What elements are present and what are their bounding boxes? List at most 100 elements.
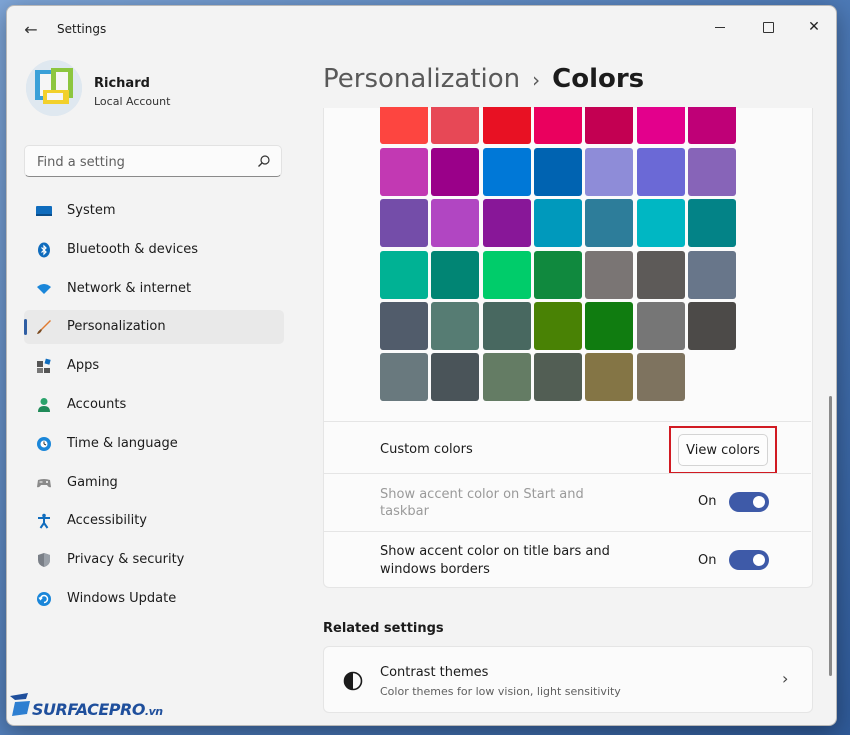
accent-color-swatch[interactable]	[585, 148, 634, 196]
accent-color-swatch[interactable]	[380, 107, 428, 144]
watermark-brand: SURFACEPRO	[32, 700, 145, 719]
sidebar-item-personalization[interactable]: Personalization	[24, 310, 284, 345]
accent-color-swatch[interactable]	[585, 250, 634, 299]
accent-color-swatch[interactable]	[380, 353, 428, 402]
sidebar-item-windows-update[interactable]: Windows Update	[24, 582, 284, 616]
search-box[interactable]	[24, 145, 282, 178]
gamepad-icon	[37, 478, 51, 487]
accent-color-swatch[interactable]	[636, 353, 685, 402]
sidebar-item-label: Accessibility	[67, 513, 147, 529]
accent-color-swatch[interactable]	[687, 107, 736, 144]
sidebar-item-time-language[interactable]: Time & language	[24, 427, 284, 461]
accent-color-swatch[interactable]	[533, 199, 582, 248]
accent-color-swatch[interactable]	[585, 107, 634, 144]
watermark-suffix: .vn	[144, 705, 163, 718]
close-icon: ✕	[808, 19, 820, 35]
apps-icon	[37, 358, 51, 374]
accounts-icon	[38, 397, 50, 412]
accent-color-swatch[interactable]	[687, 301, 736, 350]
title-bars-accent-toggle[interactable]	[729, 550, 769, 570]
related-settings-heading: Related settings	[323, 621, 444, 636]
accent-color-swatch[interactable]	[636, 199, 685, 248]
accent-color-swatch[interactable]	[431, 353, 480, 402]
accent-color-swatch[interactable]	[431, 107, 480, 144]
sidebar-item-label: Bluetooth & devices	[67, 241, 198, 257]
sidebar-item-label: Apps	[67, 358, 100, 374]
accent-color-swatch[interactable]	[431, 250, 480, 299]
accent-color-swatch[interactable]	[380, 250, 428, 299]
sidebar-item-gaming[interactable]: Gaming	[24, 466, 284, 500]
highlight-box	[669, 426, 777, 474]
accent-color-swatch[interactable]	[533, 107, 582, 144]
sidebar-nav: System Bluetooth & devices Network & int…	[24, 194, 284, 621]
divider	[323, 473, 811, 474]
bluetooth-icon	[38, 242, 50, 258]
accent-color-swatch[interactable]	[482, 353, 531, 402]
shield-icon	[38, 553, 50, 568]
window-title: Settings	[57, 22, 107, 36]
accent-color-swatch[interactable]	[585, 353, 634, 402]
sidebar-item-label: Personalization	[67, 319, 166, 335]
sidebar-item-bluetooth[interactable]: Bluetooth & devices	[24, 233, 284, 267]
accent-color-swatch[interactable]	[431, 301, 480, 350]
accent-color-swatch[interactable]	[585, 199, 634, 248]
accent-color-swatch[interactable]	[482, 107, 531, 144]
accent-color-swatch[interactable]	[431, 148, 480, 196]
accent-color-swatch[interactable]	[533, 148, 582, 196]
accent-color-swatch[interactable]	[585, 301, 634, 350]
sidebar-item-privacy-security[interactable]: Privacy & security	[24, 543, 284, 577]
accent-color-swatch[interactable]	[482, 148, 531, 196]
sidebar-item-label: System	[67, 203, 116, 218]
breadcrumb-parent[interactable]: Personalization	[323, 64, 520, 94]
accent-color-swatch[interactable]	[687, 148, 736, 196]
account-type: Local Account	[94, 95, 171, 108]
sidebar-item-network[interactable]: Network & internet	[24, 272, 284, 306]
accent-color-swatch[interactable]	[431, 199, 480, 248]
accent-color-swatch[interactable]	[482, 250, 531, 299]
title-bars-accent-label: Show accent color on title bars and	[380, 544, 610, 559]
accent-color-swatch[interactable]	[533, 250, 582, 299]
accent-color-swatch[interactable]	[380, 301, 428, 350]
sidebar-item-apps[interactable]: Apps	[24, 349, 284, 383]
accent-color-swatch[interactable]	[687, 250, 736, 299]
avatar[interactable]	[26, 60, 82, 116]
scrollbar[interactable]	[829, 396, 832, 676]
start-taskbar-accent-label-line2: taskbar	[380, 504, 429, 519]
accent-color-swatch[interactable]	[533, 353, 582, 402]
minimize-button[interactable]	[697, 12, 743, 42]
accent-color-swatch[interactable]	[482, 301, 531, 350]
accent-color-swatch[interactable]	[533, 301, 582, 350]
sidebar-item-accessibility[interactable]: Accessibility	[24, 504, 284, 538]
accent-color-swatch[interactable]	[636, 301, 685, 350]
accent-color-swatch[interactable]	[636, 250, 685, 299]
accent-color-swatch[interactable]	[482, 199, 531, 248]
watermark: SURFACEPRO.vn	[4, 688, 164, 728]
sidebar-item-label: Privacy & security	[67, 552, 185, 568]
watermark-text: SURFACEPRO.vn	[32, 700, 163, 719]
back-button[interactable]: ←	[19, 19, 43, 43]
contrast-themes-subtitle: Color themes for low vision, light sensi…	[380, 685, 621, 698]
system-icon	[36, 206, 52, 216]
divider	[323, 531, 811, 532]
minimize-icon	[715, 26, 725, 28]
user-avatar-icon	[26, 60, 82, 116]
search-input[interactable]	[35, 146, 249, 178]
close-button[interactable]: ✕	[791, 12, 836, 42]
sidebar-item-system[interactable]: System	[24, 194, 284, 228]
accent-color-swatch[interactable]	[636, 107, 685, 144]
brush-icon	[37, 320, 51, 335]
chevron-right-icon: ›	[782, 669, 789, 688]
accent-color-swatch[interactable]	[380, 148, 428, 196]
accent-color-swatch[interactable]	[380, 199, 428, 248]
contrast-themes-link[interactable]: Contrast themes Color themes for low vis…	[323, 646, 813, 713]
back-arrow-icon: ←	[24, 20, 38, 39]
maximize-button[interactable]	[745, 12, 791, 42]
toggle-knob	[753, 496, 765, 508]
active-indicator	[24, 319, 27, 336]
accent-color-swatch[interactable]	[687, 199, 736, 248]
accent-color-swatch[interactable]	[636, 148, 685, 196]
sidebar-item-accounts[interactable]: Accounts	[24, 388, 284, 422]
start-taskbar-accent-toggle[interactable]	[729, 492, 769, 512]
sidebar-item-label: Time & language	[67, 435, 178, 451]
contrast-icon	[343, 671, 363, 691]
